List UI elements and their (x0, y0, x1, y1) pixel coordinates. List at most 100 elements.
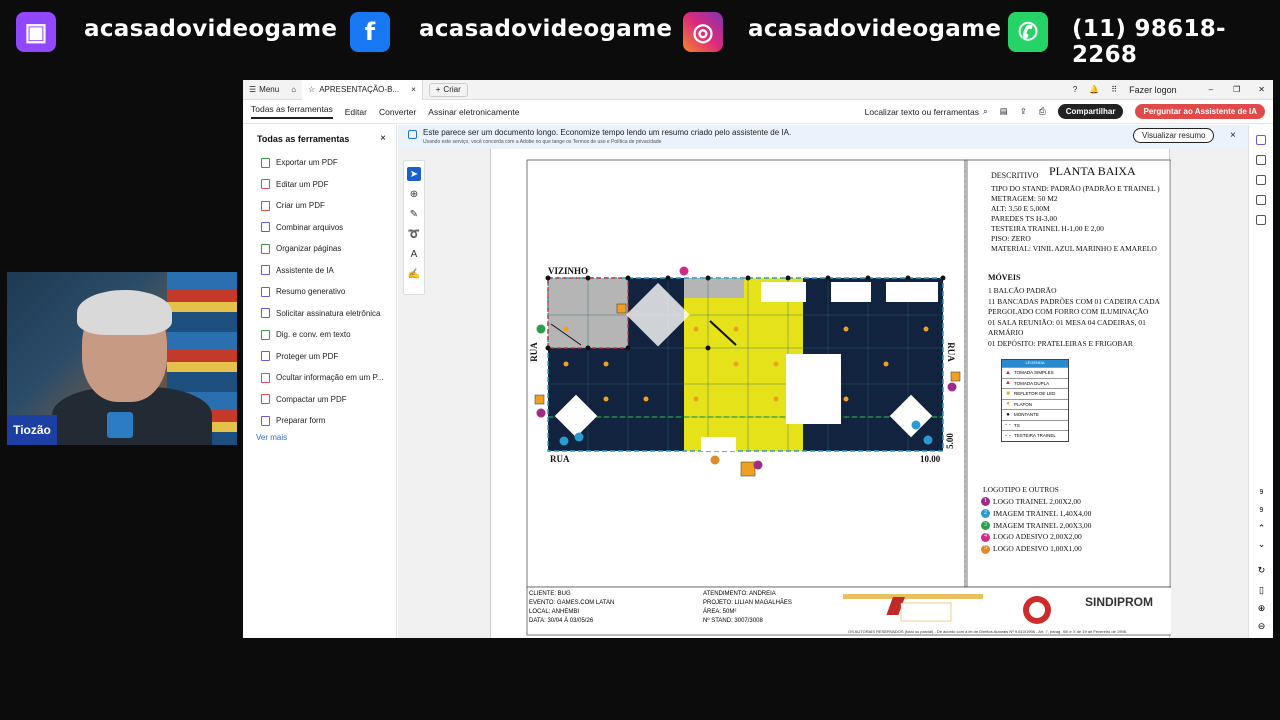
sidebar-item[interactable]: Combinar arquivos (243, 217, 396, 239)
close-tab-icon[interactable]: × (411, 85, 416, 94)
facebook-icon: f (350, 12, 390, 52)
document-viewport[interactable]: ➤ ⊕ ✎ ➰ A ✍ VIZINHO RUA RUA RUA 10.00 5.… (398, 149, 1248, 638)
bookmark-icon[interactable] (1256, 175, 1266, 185)
chevron-up-icon[interactable]: ⌃ (1249, 523, 1273, 534)
tool-icon (261, 222, 270, 233)
tool-icon (261, 415, 270, 426)
logo-item-text: IMAGEM TRAINEL 1,40X4,00 (993, 508, 1092, 518)
print-icon[interactable]: ⎙ (1039, 106, 1046, 117)
upload-icon[interactable]: ⇪ (1020, 106, 1027, 117)
ask-ai-button[interactable]: Perguntar ao Assistente de IA (1135, 104, 1265, 119)
bell-icon[interactable]: 🔔 (1083, 85, 1105, 94)
page-number-current[interactable]: 9 (1249, 489, 1273, 496)
maximize-icon[interactable]: ❐ (1223, 85, 1250, 94)
logo-item-text: LOGO ADESIVO 1,00X1,00 (993, 544, 1082, 554)
furniture-line: 01 DEPÓSITO: PRATELEIRAS E FRIGOBAR (988, 338, 1133, 348)
close-window-icon[interactable]: ✕ (1250, 85, 1273, 94)
file-icon[interactable]: ▯ (1249, 585, 1273, 596)
sidebar-item[interactable]: Criar um PDF (243, 195, 396, 217)
instagram-icon: ◎ (683, 12, 723, 52)
sidebar-item[interactable]: Resumo generativo (243, 281, 396, 303)
text-icon[interactable]: A (407, 247, 421, 261)
view-summary-button[interactable]: Visualizar resumo (1133, 128, 1215, 143)
legend-label: MONTANTE (1014, 412, 1039, 418)
sidebar-item[interactable]: Ocultar informação em um P... (243, 367, 396, 389)
tab-convert[interactable]: Converter (379, 107, 416, 117)
pdf-page: VIZINHO RUA RUA RUA 10.00 5.00 DESCRITIV… (490, 149, 1173, 638)
close-banner-icon[interactable]: × (1230, 130, 1236, 141)
sidebar-item[interactable]: Proteger um PDF (243, 346, 396, 368)
close-sidebar-icon[interactable]: × (380, 133, 386, 144)
ai-icon[interactable] (1256, 135, 1266, 145)
footer-date: DATA: 30/04 À 03/05/26 (529, 618, 594, 624)
sidebar-item[interactable]: Editar um PDF (243, 174, 396, 196)
comment-icon[interactable] (1256, 155, 1266, 165)
lasso-icon[interactable]: ➰ (407, 227, 421, 241)
select-icon[interactable]: ➤ (407, 167, 421, 181)
layers-icon[interactable] (1256, 215, 1266, 225)
logo-number-badge: 4 (981, 532, 990, 542)
logo-number-badge: 5 (981, 544, 990, 554)
help-icon[interactable]: ? (1067, 85, 1083, 94)
legend-symbol-icon: ▲ (1005, 369, 1011, 376)
tab-esign[interactable]: Assinar eletronicamente (428, 107, 519, 117)
legend-row: ▲ TOMADA DUPLA (1002, 377, 1068, 389)
login-button[interactable]: Fazer logon (1123, 85, 1183, 95)
descriptive-line: TESTEIRA TRAINEL H-1,00 E 2,00 (991, 224, 1104, 233)
tool-icon (261, 243, 270, 254)
sign-icon[interactable]: ✍ (407, 267, 421, 281)
footer-project-info: ATENDIMENTO: ANDREIA PROJETO: LILIAN MAG… (703, 590, 792, 626)
furniture-line: PERGOLADO COM FORRO COM ILUMINAÇÃO (988, 307, 1149, 316)
sidebar-item[interactable]: Assistente de IA (243, 260, 396, 282)
twitch-handle: acasadovideogame (84, 16, 338, 42)
legend-row: ● MONTANTE (1002, 409, 1068, 420)
sidebar-item[interactable]: Preparar form (243, 410, 396, 432)
search-tools-label: Localizar texto ou ferramentas (864, 106, 979, 117)
tool-icon (261, 157, 270, 168)
legend-row: - - TESTEIRA TRAINEL (1002, 430, 1068, 441)
refresh-icon[interactable]: ↻ (1249, 565, 1273, 576)
sidebar-item-label: Criar um PDF (276, 201, 325, 211)
legend-title: LEGENDA (1002, 360, 1068, 367)
sidebar-item[interactable]: Solicitar assinatura eletrônica (243, 303, 396, 325)
copy-icon[interactable] (1256, 195, 1266, 205)
sidebar-item[interactable]: Exportar um PDF (243, 152, 396, 174)
sidebar-title: Todas as ferramentas (257, 133, 350, 144)
sidebar-item[interactable]: Organizar páginas (243, 238, 396, 260)
legend-symbol-icon: ▲ (1005, 380, 1011, 387)
footer-stand: Nº STAND: 3007/3008 (703, 618, 763, 624)
furniture-heading: MÓVEIS (988, 273, 1021, 282)
pen-icon[interactable]: ✎ (407, 207, 421, 221)
zoom-icon[interactable]: ⊕ (407, 187, 421, 201)
sidebar-item-label: Combinar arquivos (276, 222, 344, 232)
legend-symbol-icon: ● (1006, 401, 1010, 408)
minimize-icon[interactable]: – (1199, 85, 1223, 94)
furniture-line: 1 BALCÃO PADRÃO (988, 286, 1057, 295)
chevron-down-icon[interactable]: ⌄ (1249, 539, 1273, 550)
see-more-link[interactable]: Ver mais (243, 433, 396, 442)
menu-button[interactable]: ☰ Menu (243, 85, 285, 94)
sidebar-item-label: Resumo generativo (276, 287, 346, 297)
plan-label-street-left: RUA (528, 342, 539, 362)
legend-row: ▲ TOMADA SIMPLES (1002, 367, 1068, 378)
home-icon[interactable]: ⌂ (285, 85, 302, 94)
facebook-handle: acasadovideogame (419, 16, 673, 42)
plan-title: PLANTA BAIXA (1049, 164, 1136, 178)
share-button[interactable]: Compartilhar (1057, 104, 1124, 119)
vertical-toolbar: ➤ ⊕ ✎ ➰ A ✍ (403, 160, 425, 295)
zoom-in-icon[interactable]: ⊕ (1249, 603, 1273, 614)
sidebar-item-label: Solicitar assinatura eletrônica (276, 308, 381, 318)
page-number-total: 9 (1259, 507, 1264, 514)
document-tab[interactable]: ☆ APRESENTAÇÃO-B... × (302, 80, 423, 100)
tab-all-tools[interactable]: Todas as ferramentas (251, 104, 333, 119)
menu-label: Menu (259, 85, 280, 94)
sidebar-item[interactable]: Compactar um PDF (243, 389, 396, 411)
save-icon[interactable]: ▤ (1000, 106, 1008, 117)
sidebar-item-label: Ocultar informação em um P... (276, 373, 384, 383)
sidebar-item[interactable]: Dig. e conv. em texto (243, 324, 396, 346)
apps-icon[interactable]: ⠿ (1105, 85, 1123, 94)
new-tab-button[interactable]: + Criar (428, 82, 468, 97)
tab-edit[interactable]: Editar (345, 107, 367, 117)
zoom-out-icon[interactable]: ⊖ (1249, 621, 1273, 632)
search-tools[interactable]: Localizar texto ou ferramentas ⌕ (865, 106, 988, 117)
